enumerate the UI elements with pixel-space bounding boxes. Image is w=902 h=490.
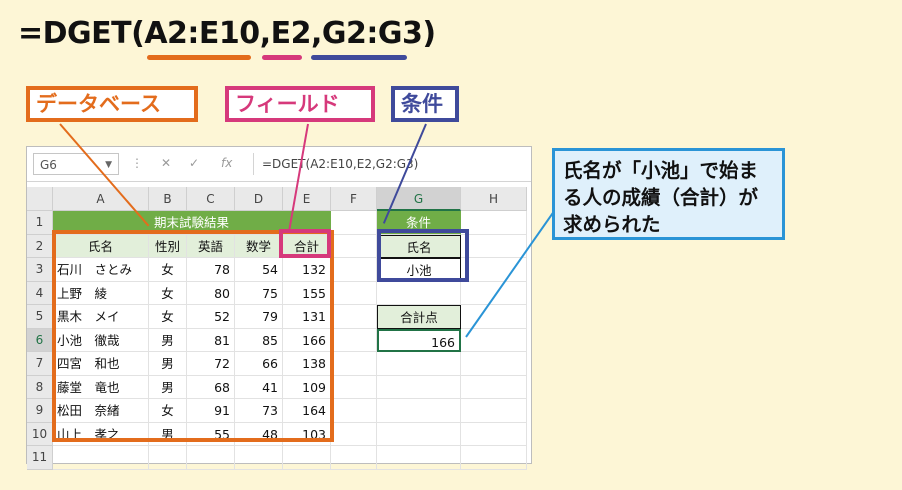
criteria-label: 条件 xyxy=(391,86,459,122)
row-header-9[interactable]: 9 xyxy=(27,399,53,423)
cell[interactable] xyxy=(377,422,461,446)
criteria-range-highlight xyxy=(377,229,469,282)
result-cell[interactable]: 166 xyxy=(377,328,461,352)
row-header-7[interactable]: 7 xyxy=(27,352,53,376)
cell[interactable] xyxy=(331,446,377,470)
cell[interactable] xyxy=(461,352,527,376)
cell[interactable] xyxy=(283,446,331,470)
row-header-2[interactable]: 2 xyxy=(27,234,53,258)
cell[interactable] xyxy=(235,446,283,470)
enter-icon[interactable]: ✓ xyxy=(189,156,199,170)
column-header-D[interactable]: D xyxy=(235,187,283,211)
cell[interactable] xyxy=(331,281,377,305)
row-header-8[interactable]: 8 xyxy=(27,375,53,399)
row-header-10[interactable]: 10 xyxy=(27,422,53,446)
row-header-5[interactable]: 5 xyxy=(27,305,53,329)
cell[interactable] xyxy=(331,305,377,329)
cell[interactable] xyxy=(461,328,527,352)
cell[interactable] xyxy=(377,375,461,399)
select-all-corner[interactable] xyxy=(27,187,53,211)
callout-line: 求められた xyxy=(563,213,661,236)
callout-line: る人の成績（合計）が xyxy=(563,186,759,209)
cell[interactable] xyxy=(377,281,461,305)
field-label: フィールド xyxy=(225,86,375,122)
cell[interactable] xyxy=(461,422,527,446)
cell[interactable] xyxy=(461,446,527,470)
cell[interactable] xyxy=(377,352,461,376)
cell[interactable] xyxy=(53,446,149,470)
cell[interactable] xyxy=(461,305,527,329)
insert-function-icon[interactable]: fx xyxy=(221,156,232,170)
cell[interactable] xyxy=(331,328,377,352)
row-header-1[interactable]: 1 xyxy=(27,211,53,235)
cell[interactable] xyxy=(331,422,377,446)
column-header-C[interactable]: C xyxy=(187,187,235,211)
formula-prefix: =DGET( xyxy=(18,16,145,51)
field-cell-highlight xyxy=(279,229,331,258)
cancel-icon[interactable]: ✕ xyxy=(161,156,171,170)
result-callout: 氏名が「小池」で始ま る人の成績（合計）が 求められた xyxy=(552,148,785,240)
cell[interactable] xyxy=(461,375,527,399)
cell[interactable] xyxy=(377,399,461,423)
formula-arg-field: E2 xyxy=(270,16,312,51)
row-header-4[interactable]: 4 xyxy=(27,281,53,305)
column-header-F[interactable]: F xyxy=(331,187,377,211)
cell[interactable] xyxy=(331,375,377,399)
row-header-6[interactable]: 6 xyxy=(27,328,53,352)
underline-criteria xyxy=(311,55,407,60)
cell[interactable] xyxy=(461,234,527,258)
callout-line: 氏名が「小池」で始ま xyxy=(563,159,759,182)
cell[interactable] xyxy=(331,399,377,423)
cell[interactable] xyxy=(149,446,187,470)
chevron-down-icon[interactable]: ▼ xyxy=(105,154,112,176)
database-label: データベース xyxy=(26,86,198,122)
formula-sep: , xyxy=(310,16,322,51)
formula-input[interactable]: =DGET(A2:E10,E2,G2:G3) xyxy=(253,153,527,175)
name-box-value: G6 xyxy=(40,158,57,172)
cell[interactable] xyxy=(461,211,527,235)
cell[interactable] xyxy=(377,446,461,470)
result-label[interactable]: 合計点 xyxy=(377,305,461,329)
cell[interactable] xyxy=(187,446,235,470)
column-header-H[interactable]: H xyxy=(461,187,527,211)
more-icon: ⋮ xyxy=(131,156,143,170)
underline-field xyxy=(262,55,302,60)
column-header-B[interactable]: B xyxy=(149,187,187,211)
row-header-3[interactable]: 3 xyxy=(27,258,53,282)
formula-arg-database: A2:E10 xyxy=(144,16,260,51)
cell[interactable] xyxy=(331,234,377,258)
name-box[interactable]: G6 ▼ xyxy=(33,153,119,175)
underline-database xyxy=(147,55,251,60)
row-header-11[interactable]: 11 xyxy=(27,446,53,470)
formula-sep: , xyxy=(259,16,271,51)
cell[interactable] xyxy=(331,258,377,282)
cell[interactable] xyxy=(331,352,377,376)
database-range-highlight xyxy=(52,230,334,442)
cell[interactable] xyxy=(331,211,377,235)
formula-title: =DGET(A2:E10,E2,G2:G3) xyxy=(18,16,436,51)
cell[interactable] xyxy=(461,399,527,423)
formula-bar: G6 ▼ ⋮ ✕ ✓ fx =DGET(A2:E10,E2,G2:G3) xyxy=(27,147,531,182)
formula-suffix: ) xyxy=(422,16,436,51)
column-header-E[interactable]: E xyxy=(283,187,331,211)
formula-arg-criteria: G2:G3 xyxy=(321,16,423,51)
